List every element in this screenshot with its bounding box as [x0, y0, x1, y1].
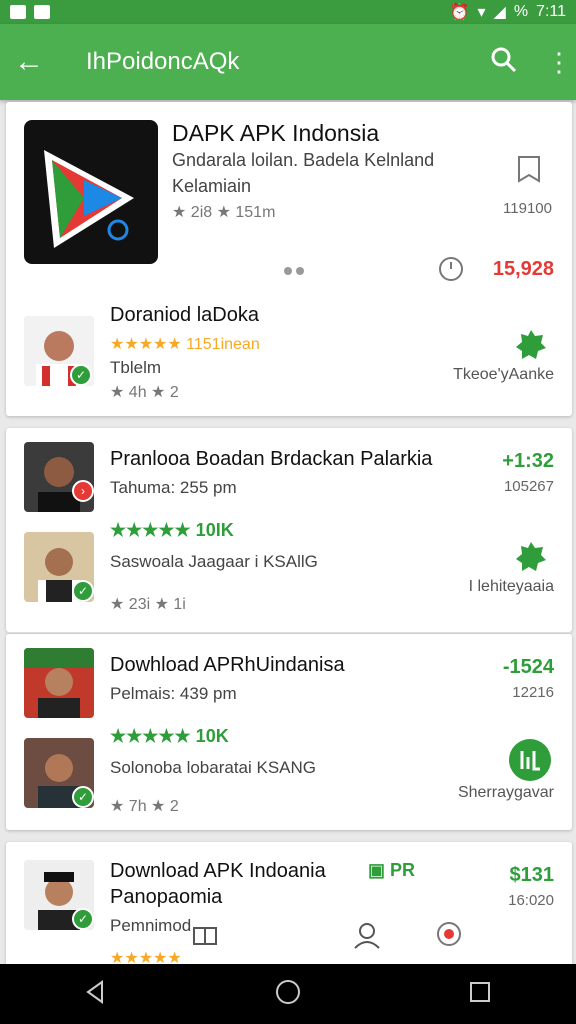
row-meta: ★ 7h ★ 2	[110, 798, 179, 815]
row-line3: Saswoala Jaagaar i KSAllG	[110, 552, 318, 571]
featured-price: 15,928	[492, 258, 554, 280]
more-options-icon[interactable]: ⋮	[546, 49, 572, 75]
featured-subtitle-1: Gndarala loilan. Badela Kelnland	[172, 150, 435, 170]
bookmark-icon[interactable]	[514, 154, 544, 184]
price: +1:32	[502, 450, 554, 472]
pager-dots	[284, 262, 305, 280]
clock-icon	[438, 256, 464, 282]
row-title: Download APK Indoania	[110, 860, 326, 882]
featured-subtitle-2: Kelamiain	[172, 176, 252, 196]
row-line2: Tblelm	[110, 358, 162, 377]
app-bar: ← IhPoidoncAQk ⋮	[0, 24, 576, 100]
action-label[interactable]: Sherraygavar	[426, 784, 554, 802]
row-line2: Pelmais: 439 pm	[110, 684, 237, 703]
count: 12216	[512, 684, 554, 701]
action-label[interactable]: I lehiteyaaia	[426, 578, 554, 596]
status-badge-icon: ›	[72, 480, 94, 502]
featured-side-number: 119100	[503, 200, 552, 217]
alarm-icon: ⏰	[449, 4, 470, 21]
row-title: Pranlooa Boadan Brdackan Palarkia	[110, 448, 433, 470]
verified-badge-icon: ✓	[72, 786, 94, 808]
pr-tag: ▣ PR	[368, 860, 415, 881]
row-meta: ★ 23i ★ 1i	[110, 596, 186, 613]
gallery-icon	[10, 5, 26, 19]
verified-badge-icon: ✓	[70, 364, 92, 386]
rating-stars: ★★★★★ 10K	[110, 726, 229, 746]
status-time: 7:11	[536, 3, 566, 20]
chat-bubble-icon: ▣	[368, 860, 386, 880]
system-nav-bar	[0, 964, 576, 1024]
row-line2: Tahuma: 255 pm	[110, 478, 237, 497]
location-icon[interactable]	[434, 920, 464, 950]
tag-text: PR	[390, 860, 416, 880]
price: -1524	[502, 656, 554, 678]
cart-icon[interactable]	[514, 328, 548, 362]
list-item[interactable]: › Pranlooa Boadan Brdackan Palarkia Tahu…	[6, 428, 572, 632]
cart-icon[interactable]	[514, 540, 548, 574]
verified-badge-icon: ✓	[72, 580, 94, 602]
rating-stars: ★★★★★ 10IK	[110, 520, 234, 540]
back-arrow-icon[interactable]: ←	[14, 45, 58, 79]
count: 16:020	[508, 892, 554, 909]
status-bar: ⏰ ▾ ◢ % 7:11	[0, 0, 576, 24]
row-line3: Solonoba lobaratai KSANG	[110, 758, 317, 777]
featured-meta: ★ 2i8 ★ 151m	[172, 204, 276, 221]
price: $131	[509, 864, 555, 886]
row-title: Doraniod laDoka	[110, 304, 259, 326]
image-icon	[34, 5, 50, 19]
row-line2: Pemnimod	[110, 916, 192, 935]
search-icon[interactable]	[490, 46, 520, 79]
battery-text: %	[513, 3, 529, 20]
featured-title: DAPK APK Indonsia	[172, 120, 380, 146]
avatar	[24, 648, 94, 718]
row-title: Dowhload APRhUindanisa	[110, 654, 345, 676]
divider	[6, 632, 572, 633]
featured-card[interactable]: DAPK APK Indonsia Gndarala loilan. Badel…	[6, 102, 572, 416]
chat-icon[interactable]	[508, 738, 552, 782]
row-title-2: Panopaomia	[110, 886, 223, 908]
app-logo	[24, 120, 158, 264]
row-meta: ★ 4h ★ 2	[110, 384, 179, 401]
home-nav-icon[interactable]	[274, 978, 302, 1011]
rating-stars: ★★★★★ 1151inean	[110, 336, 260, 353]
wifi-icon: ▾	[477, 4, 486, 21]
signal-icon: ◢	[493, 4, 506, 21]
recents-nav-icon[interactable]	[466, 978, 494, 1011]
list-item[interactable]: ✓ Download APK Indoania ▣ PR Panopaomia …	[6, 842, 572, 972]
verified-badge-icon: ✓	[72, 908, 94, 930]
gift-icon[interactable]	[190, 918, 220, 948]
list-item[interactable]: Dowhload APRhUindanisa Pelmais: 439 pm -…	[6, 634, 572, 830]
page-title: IhPoidoncAQk	[86, 48, 240, 75]
profile-icon[interactable]	[352, 920, 382, 950]
back-nav-icon[interactable]	[82, 978, 110, 1011]
action-label[interactable]: Tkeoe'yAanke	[406, 366, 554, 384]
count: 105267	[503, 478, 554, 495]
